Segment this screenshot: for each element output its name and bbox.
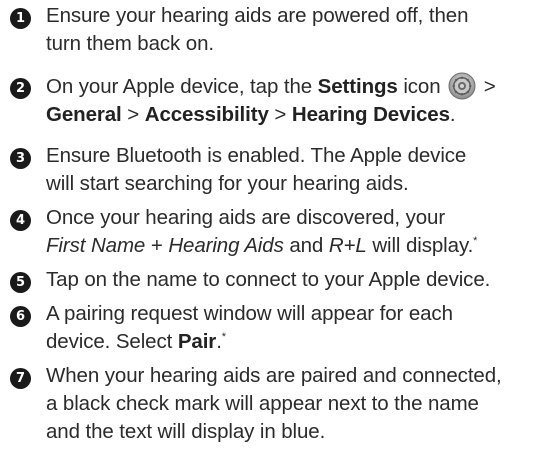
settings-gear-icon [448,72,476,100]
step-text-line: A pairing request window will appear for… [46,302,453,325]
step-text-line: Ensure Bluetooth is enabled. The Apple d… [46,144,467,167]
step-text-line: When your hearing aids are paired and co… [46,364,502,387]
step-number-badge: 3 [10,148,31,169]
hearing-devices-label: Hearing Devices [291,103,450,126]
step-text: A pairing request window will appear for… [46,300,547,356]
step-text-line: First Name + Hearing Aids and R+L will d… [46,232,547,260]
step-text-line: Once your hearing aids are discovered, y… [46,206,446,229]
text-run: On your Apple device, tap the [46,75,318,98]
step-number-badge: 6 [10,306,31,327]
step-number-badge: 7 [10,368,31,389]
step-text-line: will start searching for your hearing ai… [46,172,409,195]
step-text-line: Tap on the name to connect to your Apple… [46,268,491,291]
step-text: Once your hearing aids are discovered, y… [46,204,547,260]
text-run: and [283,234,329,257]
step-text: Ensure Bluetooth is enabled. The Apple d… [46,142,547,198]
step-text-line: and the text will display in blue. [46,420,326,443]
footnote-mark: * [473,235,478,248]
footnote-mark: * [221,331,226,344]
general-label: General [46,103,122,126]
step-number-badge: 5 [10,272,31,293]
text-run: > [121,103,145,126]
step-number-badge: 4 [10,210,31,231]
step-text: When your hearing aids are paired and co… [46,362,547,446]
step-text-line: device. Select Pair.* [46,328,547,356]
text-run: device. Select [46,330,178,353]
step-text: Tap on the name to connect to your Apple… [46,266,547,294]
text-run: will display. [366,234,474,257]
step-text-line: turn them back on. [46,32,214,55]
italic-run: First Name [46,234,146,257]
text-run: icon [397,75,441,98]
step-number-badge: 1 [10,8,31,29]
accessibility-label: Accessibility [144,103,269,126]
pair-label: Pair [177,330,217,353]
italic-run: Hearing Aids [168,234,284,257]
step-text: On your Apple device, tap the Settings i… [46,72,547,129]
step-text-line: Ensure your hearing aids are powered off… [46,4,469,27]
settings-label: Settings [317,75,398,98]
step-text-line: On your Apple device, tap the Settings i… [46,72,547,101]
italic-run: R+L [328,234,367,257]
text-run: > [478,75,496,98]
step-text-line: a black check mark will appear next to t… [46,392,479,415]
text-run: + [145,234,169,257]
step-number-badge: 2 [10,78,31,99]
text-run: > [268,103,292,126]
step-text-line: General > Accessibility > Hearing Device… [46,101,547,129]
text-run: . [449,103,456,126]
step-text: Ensure your hearing aids are powered off… [46,2,547,58]
